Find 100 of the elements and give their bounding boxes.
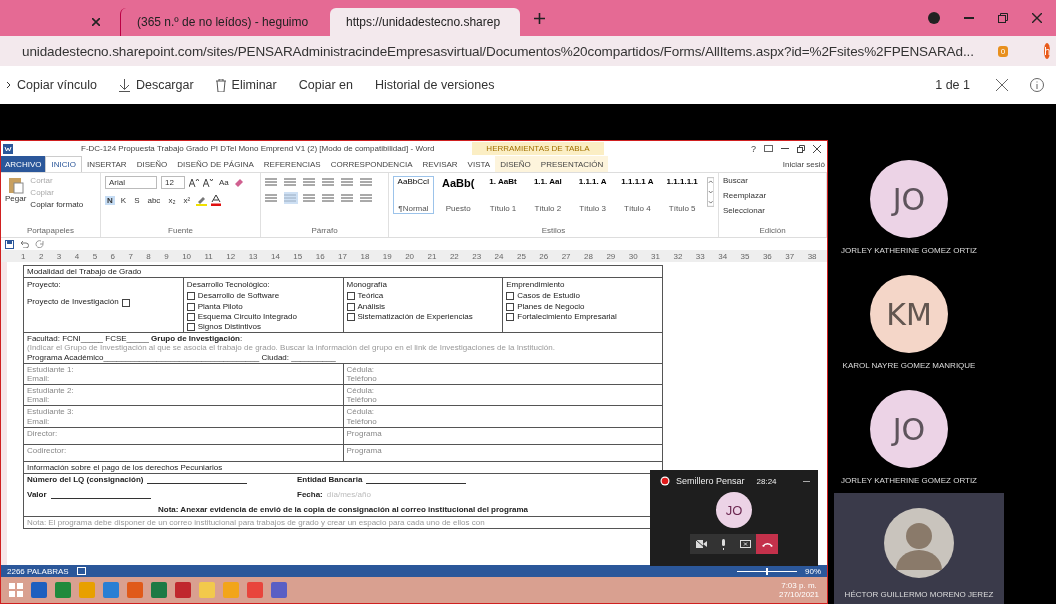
ribbon-tab[interactable]: ARCHIVO: [1, 156, 46, 172]
checkbox[interactable]: [186, 322, 195, 331]
checkbox[interactable]: [506, 292, 515, 301]
browser-tab[interactable]: https://unidadestecno.sharep: [330, 8, 520, 36]
option-label: Sistematización de Experiencias: [357, 311, 473, 321]
checkbox[interactable]: [186, 312, 195, 321]
format-button[interactable]: S: [132, 196, 142, 205]
checkbox[interactable]: [121, 298, 130, 307]
save-icon[interactable]: [5, 239, 14, 249]
note-text: Nota: El programa debe disponer de un correo institucional para trabajos de grado y crear un espacio para cada uno de ellos con: [27, 517, 485, 527]
ribbon-tab[interactable]: PRESENTACIÓN: [535, 156, 609, 172]
faculty-line: Facultad: FCNI_____ FCSE_____ Grupo de Investigación:: [27, 334, 244, 344]
field-label: Director:: [27, 428, 59, 438]
field-label: Estudiante 3:: [27, 407, 75, 417]
field-label: Cédula:: [346, 407, 376, 417]
ribbon-tab[interactable]: REVISAR: [417, 156, 463, 172]
checkbox[interactable]: [346, 312, 355, 321]
checkbox[interactable]: [506, 312, 515, 321]
checkbox[interactable]: [186, 292, 195, 301]
field-label: Programa: [346, 428, 383, 438]
font-size-field[interactable]: 12: [161, 176, 185, 189]
proofing-icon[interactable]: [76, 567, 86, 575]
close-icon[interactable]: [996, 79, 1008, 91]
font-family-field[interactable]: Arial: [105, 176, 157, 189]
ribbon-tab[interactable]: INSERTAR: [81, 156, 132, 172]
ribbon-tab[interactable]: VISTA: [462, 156, 496, 172]
paste-button[interactable]: Pegar: [5, 176, 27, 203]
change-case-button[interactable]: Aa: [217, 178, 231, 187]
ruler-number: 14: [271, 251, 280, 261]
close-icon[interactable]: [92, 18, 100, 26]
ruler-number: 25: [516, 251, 526, 261]
sign-in-link[interactable]: Iniciar sesió: [782, 156, 827, 172]
ribbon-tab[interactable]: DISEÑO: [495, 156, 536, 172]
highlight-icon[interactable]: [196, 195, 208, 206]
close-icon[interactable]: [813, 144, 821, 153]
ruler-number: 30: [628, 251, 638, 261]
tab-title: (365 n.º de no leídos) - heguimo: [137, 15, 309, 29]
section-heading: Modalidad del Trabajo de Grado: [27, 267, 142, 276]
restore-icon[interactable]: [998, 13, 1008, 23]
help-button[interactable]: ?: [751, 143, 756, 154]
close-icon[interactable]: [1032, 13, 1042, 23]
ruler-number: 4: [74, 251, 80, 261]
hang-up-button[interactable]: [756, 534, 778, 554]
ruler-number: 27: [561, 251, 571, 261]
url-field[interactable]: unidadestecno.sharepoint.com/sites/PENSARAdministracindeEmpresasvirtual/Documentos%20compartidos/Forms/AllItems.aspx?id=%2Fsites%2FPENSARAd...: [22, 43, 974, 59]
ruler-number: 6: [110, 251, 115, 261]
ruler-number: 10: [182, 251, 192, 261]
undo-icon[interactable]: [20, 240, 29, 248]
shrink-font-icon[interactable]: [203, 178, 213, 187]
ruler-number: 34: [718, 251, 728, 261]
minimize-icon[interactable]: [803, 480, 810, 482]
modality-title: Desarrollo Tecnológico:: [186, 280, 271, 290]
redo-icon[interactable]: [35, 240, 44, 248]
gallery-scroll-icon[interactable]: [706, 176, 714, 208]
ribbon-tab[interactable]: DISEÑO DE PÁGINA: [172, 156, 259, 172]
ruler-number: 22: [449, 251, 459, 261]
document-icon: [3, 143, 13, 154]
option-label: Planes de Negocio: [517, 301, 585, 311]
eraser-icon[interactable]: [234, 178, 244, 187]
camera-off-icon: [695, 540, 707, 548]
screen-icon: [739, 540, 751, 548]
format-button[interactable]: abc: [145, 196, 163, 205]
grow-font-icon[interactable]: [189, 178, 199, 187]
chevron-icon: [6, 81, 11, 89]
checkbox[interactable]: [346, 292, 355, 301]
font-color-icon[interactable]: [211, 195, 222, 206]
toolbar-button[interactable]: Descargar: [118, 78, 194, 92]
editing-command[interactable]: Reemplazar: [723, 191, 767, 200]
format-button[interactable]: x₂: [166, 196, 178, 205]
ruler-number: 21: [427, 251, 437, 261]
participant-name: JORLEY KATHERINE GOMEZ ORTIZ: [841, 476, 977, 485]
program-line: Programa Académico___________________________________ Ciudad: __________: [27, 352, 337, 362]
toolbar-button[interactable]: Eliminar: [215, 78, 277, 92]
editing-command[interactable]: Seleccionar: [723, 206, 765, 215]
format-button[interactable]: N: [105, 196, 115, 205]
ruler-number: 31: [651, 251, 660, 261]
checkbox[interactable]: [346, 302, 355, 311]
checkbox[interactable]: [186, 302, 195, 311]
editing-command[interactable]: Buscar: [723, 176, 748, 185]
clipboard-command[interactable]: Copiar formato: [30, 200, 84, 209]
ribbon-tab[interactable]: REFERENCIAS: [258, 156, 326, 172]
restore-icon[interactable]: [797, 144, 805, 153]
option-label: Proyecto de Investigación: [27, 297, 119, 307]
toolbar-button[interactable]: Historial de versiones: [374, 78, 495, 92]
style-preset[interactable]: AaBbCcI ¶Normal: [393, 176, 434, 214]
format-button[interactable]: K: [118, 196, 129, 205]
profile-dot-icon[interactable]: [928, 12, 940, 24]
format-button[interactable]: x²: [181, 196, 193, 205]
ribbon-tab[interactable]: INICIO: [45, 156, 82, 172]
avatar: JO: [870, 160, 948, 238]
toolbar-button[interactable]: Copiar en: [298, 78, 353, 92]
new-tab-icon[interactable]: [534, 12, 545, 24]
profile-avatar[interactable]: h: [1044, 43, 1051, 59]
option-label: Casos de Estudio: [517, 291, 580, 301]
ribbon-tab[interactable]: CORRESPONDENCIA: [325, 156, 418, 172]
ribbon-tab[interactable]: DISEÑO: [131, 156, 173, 172]
info-icon[interactable]: [1030, 78, 1044, 92]
checkbox[interactable]: [506, 302, 515, 311]
toolbar-button[interactable]: Copiar vínculo: [6, 78, 97, 92]
ribbon-options-icon[interactable]: [764, 145, 773, 152]
